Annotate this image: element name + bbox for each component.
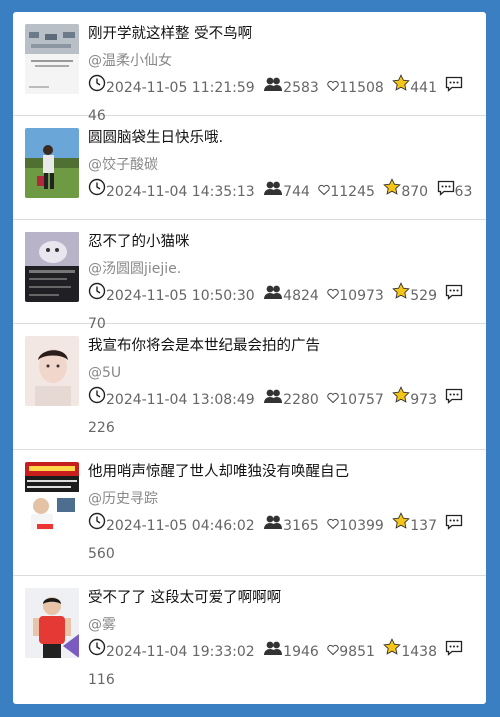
like-count: 11508 [339, 80, 384, 96]
clock-icon [88, 386, 106, 414]
video-title[interactable]: 圆圆脑袋生日快乐哦. [88, 126, 476, 150]
star-icon[interactable] [392, 386, 411, 414]
author-name[interactable]: @5U [88, 362, 476, 384]
favorite-count: 1438 [401, 644, 437, 660]
heart-icon[interactable] [327, 512, 339, 540]
viewers-icon [263, 638, 283, 666]
star-icon[interactable] [383, 178, 402, 206]
video-title[interactable]: 受不了了 这段太可爱了啊啊啊 [88, 586, 476, 610]
comment-count: 560 [88, 546, 115, 562]
heart-icon[interactable] [327, 282, 339, 310]
clock-icon [88, 282, 106, 310]
clock-icon [88, 638, 106, 666]
star-icon[interactable] [392, 282, 411, 310]
viewers-icon [263, 512, 283, 540]
like-count: 10973 [339, 288, 384, 304]
like-count: 10399 [339, 518, 384, 534]
comment-icon[interactable] [445, 512, 463, 540]
post-time: 2024-11-05 10:50:30 [106, 288, 255, 304]
like-count: 9851 [339, 644, 375, 660]
video-title[interactable]: 忍不了的小猫咪 [88, 230, 476, 254]
feed-item[interactable]: 他用哨声惊醒了世人却唯独没有唤醒自己 @历史寻踪 2024-11-05 04:4… [13, 450, 486, 576]
view-count: 2583 [283, 80, 319, 96]
clock-icon [88, 178, 106, 206]
author-name[interactable]: @汤圆圆jiejie. [88, 258, 476, 280]
comment-icon[interactable] [437, 178, 455, 206]
viewers-icon [263, 74, 283, 102]
video-title[interactable]: 我宣布你将会是本世纪最会拍的广告 [88, 334, 476, 358]
heart-icon[interactable] [327, 638, 339, 666]
favorite-count: 137 [410, 518, 437, 534]
comment-icon[interactable] [445, 638, 463, 666]
view-count: 744 [283, 184, 310, 200]
video-thumbnail[interactable] [25, 336, 79, 406]
comment-icon[interactable] [445, 386, 463, 414]
video-thumbnail[interactable] [25, 588, 79, 658]
star-icon[interactable] [383, 638, 402, 666]
view-count: 1946 [283, 644, 319, 660]
author-name[interactable]: @温柔小仙女 [88, 50, 476, 72]
stats-row: 2024-11-04 13:08:49 2280 10757 973 226 [88, 386, 476, 442]
like-count: 11245 [330, 184, 375, 200]
author-name[interactable]: @饺子酸碳 [88, 154, 476, 176]
video-thumbnail[interactable] [25, 462, 79, 532]
post-time: 2024-11-04 19:33:02 [106, 644, 255, 660]
stats-row: 2024-11-04 14:35:13 744 11245 870 63 [88, 178, 476, 206]
stats-row: 2024-11-05 04:46:02 3165 10399 137 560 [88, 512, 476, 568]
feed-item[interactable]: 刚开学就这样整 受不鸟啊 @温柔小仙女 2024-11-05 11:21:59 … [13, 12, 486, 124]
clock-icon [88, 512, 106, 540]
post-time: 2024-11-04 13:08:49 [106, 392, 255, 408]
video-title[interactable]: 他用哨声惊醒了世人却唯独没有唤醒自己 [88, 460, 476, 484]
view-count: 4824 [283, 288, 319, 304]
view-count: 2280 [283, 392, 319, 408]
post-time: 2024-11-05 11:21:59 [106, 80, 255, 96]
author-name[interactable]: @雾 [88, 614, 476, 636]
star-icon[interactable] [392, 74, 411, 102]
favorite-count: 870 [401, 184, 429, 200]
comment-count: 116 [88, 672, 115, 688]
like-count: 10757 [339, 392, 384, 408]
post-time: 2024-11-04 14:35:13 [106, 184, 255, 200]
feed-item[interactable]: 受不了了 这段太可爱了啊啊啊 @雾 2024-11-04 19:33:02 19… [13, 576, 486, 704]
clock-icon [88, 74, 106, 102]
feed-item[interactable]: 忍不了的小猫咪 @汤圆圆jiejie. 2024-11-05 10:50:30 … [13, 220, 486, 332]
viewers-icon [263, 282, 283, 310]
star-icon[interactable] [392, 512, 411, 540]
feed-item[interactable]: 圆圆脑袋生日快乐哦. @饺子酸碳 2024-11-04 14:35:13 744… [13, 116, 486, 220]
comment-count: 63 [454, 184, 473, 200]
feed-item[interactable]: 我宣布你将会是本世纪最会拍的广告 @5U 2024-11-04 13:08:49… [13, 324, 486, 450]
video-title[interactable]: 刚开学就这样整 受不鸟啊 [88, 22, 476, 46]
view-count: 3165 [283, 518, 319, 534]
favorite-count: 529 [410, 288, 437, 304]
heart-icon[interactable] [327, 386, 339, 414]
favorite-count: 441 [410, 80, 437, 96]
heart-icon[interactable] [318, 178, 331, 206]
heart-icon[interactable] [327, 74, 339, 102]
video-thumbnail[interactable] [25, 24, 79, 94]
video-thumbnail[interactable] [25, 232, 79, 302]
viewers-icon [263, 386, 283, 414]
comment-count: 226 [88, 420, 115, 436]
favorite-count: 973 [410, 392, 437, 408]
feed-panel: 刚开学就这样整 受不鸟啊 @温柔小仙女 2024-11-05 11:21:59 … [13, 12, 486, 704]
viewers-icon [263, 178, 283, 206]
comment-icon[interactable] [445, 74, 463, 102]
stats-row: 2024-11-04 19:33:02 1946 9851 1438 116 [88, 638, 476, 694]
post-time: 2024-11-05 04:46:02 [106, 518, 255, 534]
author-name[interactable]: @历史寻踪 [88, 488, 476, 510]
comment-icon[interactable] [445, 282, 463, 310]
video-thumbnail[interactable] [25, 128, 79, 198]
